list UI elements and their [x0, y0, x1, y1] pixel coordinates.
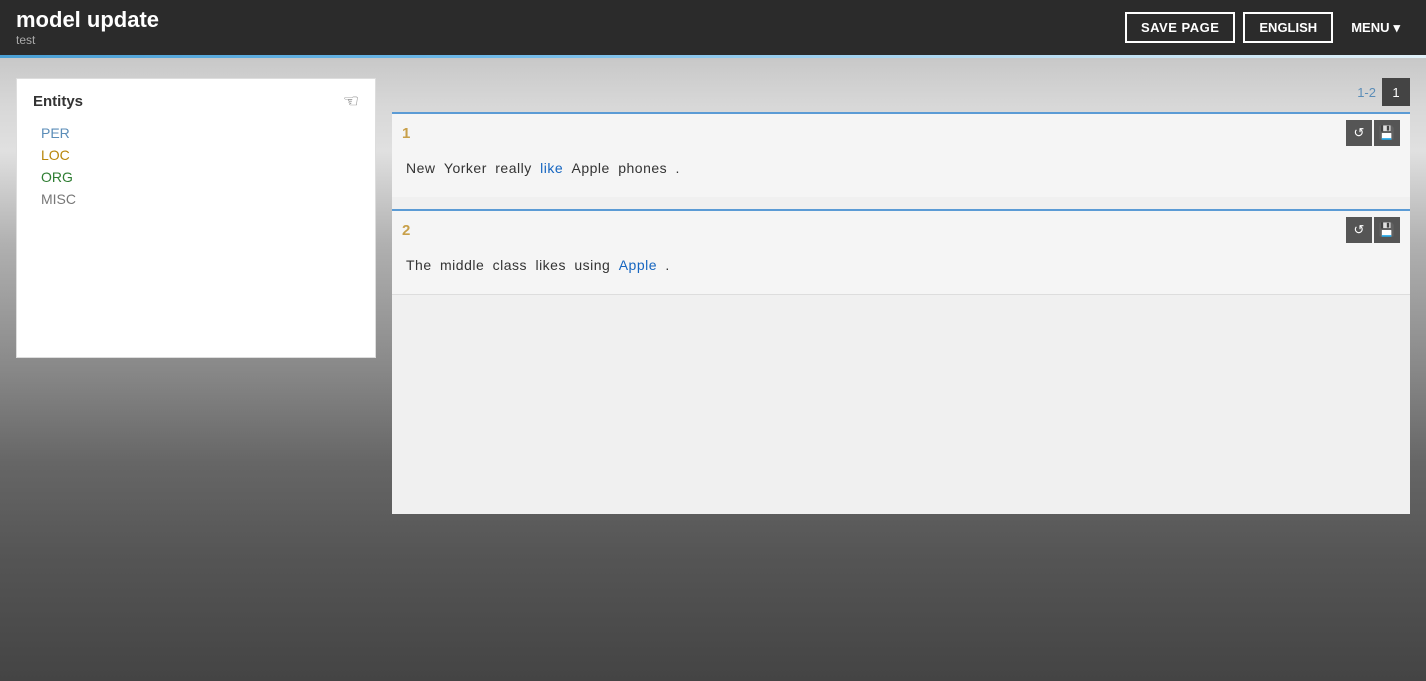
sentence-1-text: New Yorker really like Apple phones . [392, 146, 1410, 197]
sentence-2-header: 2 ↺ 💾 [392, 211, 1410, 243]
pagination-range: 1-2 [1357, 85, 1376, 100]
sentence-1-number: 1 [402, 125, 410, 142]
hand-pointer-icon[interactable]: ☜ [343, 91, 359, 112]
save-page-button[interactable]: SAVE PAGE [1125, 12, 1235, 43]
sentence-1-refresh-btn[interactable]: ↺ [1346, 120, 1372, 146]
content-area: 1-2 1 1 ↺ 💾 N [392, 78, 1410, 661]
sentence-divider [392, 197, 1410, 209]
sentence-1-header: 1 ↺ 💾 [392, 114, 1410, 146]
chevron-down-icon: ▾ [1393, 20, 1400, 36]
entity-item-org[interactable]: ORG [33, 166, 359, 188]
save-small-icon: 💾 [1379, 125, 1395, 141]
save-small-icon: 💾 [1379, 222, 1395, 238]
word: class [493, 257, 527, 273]
language-button[interactable]: ENGLISH [1243, 12, 1333, 43]
app-title: model update [16, 8, 159, 32]
sentences-container: 1 ↺ 💾 New Yorker really like [392, 112, 1410, 514]
menu-button[interactable]: MENU ▾ [1341, 14, 1410, 42]
sentence-block-2: 2 ↺ 💾 The middle class likes [392, 209, 1410, 294]
pagination-row: 1-2 1 [392, 78, 1410, 106]
word-highlighted: like [540, 160, 563, 176]
word: using [574, 257, 610, 273]
word: . [676, 160, 680, 176]
sentence-block-1: 1 ↺ 💾 New Yorker really like [392, 112, 1410, 197]
main-content: Entitys ☜ PER LOC ORG MISC 1-2 1 1 [0, 58, 1426, 681]
word: middle [440, 257, 484, 273]
entities-header: Entitys ☜ [33, 91, 359, 112]
header-actions: SAVE PAGE ENGLISH MENU ▾ [1125, 12, 1410, 43]
header-title-block: model update test [16, 8, 159, 46]
word-highlighted: Apple [619, 257, 657, 273]
word: . [665, 257, 669, 273]
entity-item-loc[interactable]: LOC [33, 144, 359, 166]
refresh-icon: ↺ [1354, 222, 1365, 238]
entity-item-per[interactable]: PER [33, 122, 359, 144]
app-subtitle: test [16, 33, 159, 47]
word: Apple [572, 160, 610, 176]
word: really [495, 160, 531, 176]
word: The [406, 257, 432, 273]
sentence-2-actions: ↺ 💾 [1346, 217, 1400, 243]
word: Yorker [444, 160, 487, 176]
refresh-icon: ↺ [1354, 125, 1365, 141]
word: phones [618, 160, 667, 176]
menu-label: MENU [1351, 20, 1389, 35]
sentence-1-actions: ↺ 💾 [1346, 120, 1400, 146]
word: likes [535, 257, 566, 273]
entities-panel: Entitys ☜ PER LOC ORG MISC [16, 78, 376, 358]
entity-item-misc[interactable]: MISC [33, 188, 359, 210]
pagination-current-btn[interactable]: 1 [1382, 78, 1410, 106]
sentence-2-save-btn[interactable]: 💾 [1374, 217, 1400, 243]
sentence-2-text: The middle class likes using Apple . [392, 243, 1410, 294]
word: New [406, 160, 436, 176]
sentence-2-refresh-btn[interactable]: ↺ [1346, 217, 1372, 243]
header: model update test SAVE PAGE ENGLISH MENU… [0, 0, 1426, 55]
sentence-2-number: 2 [402, 222, 410, 239]
content-spacer [392, 294, 1410, 514]
sentence-1-save-btn[interactable]: 💾 [1374, 120, 1400, 146]
entities-title: Entitys [33, 93, 83, 110]
